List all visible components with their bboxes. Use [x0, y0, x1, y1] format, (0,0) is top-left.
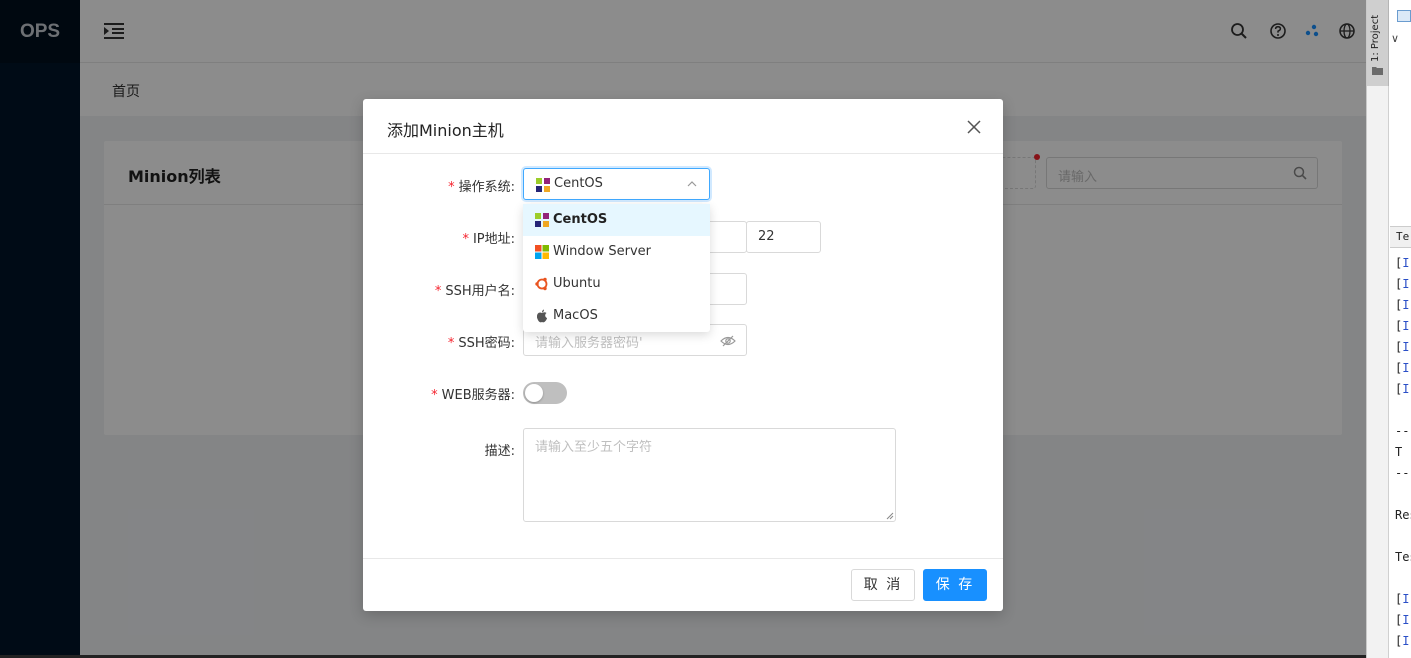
console-line: [I [1395, 592, 1410, 606]
modal-footer: 取 消 保 存 [363, 558, 1003, 611]
os-label: * 操作系统: [448, 180, 515, 195]
console-line: [I [1395, 382, 1410, 396]
console-line: -- [1395, 424, 1410, 438]
switch-knob [525, 384, 543, 402]
window-icon[interactable] [1397, 10, 1411, 22]
ssh-password-label: * SSH密码: [447, 336, 515, 351]
ide-tool-column [1367, 86, 1389, 658]
ssh-user-label: * SSH用户名: [434, 284, 515, 299]
ide-content: ∨ Te [I [I [I [I [I [I [I -- T -- Res Tes [I [I [I [1390, 0, 1411, 658]
ide-panel-header-text: Te [1396, 230, 1410, 243]
os-option-windows[interactable]: Window Server [523, 236, 710, 268]
port-input[interactable]: 22 [746, 221, 821, 253]
modal-title: 添加Minion主机 [387, 121, 504, 140]
os-option-centos[interactable]: CentOS [523, 204, 710, 236]
ide-side-panel: 1: Project ∨ Te [I [I [I [I [I [I [I -- T -- Res T… [1366, 0, 1411, 658]
apple-icon [536, 309, 547, 323]
description-label: 描述: [484, 444, 515, 459]
close-icon[interactable] [965, 118, 983, 136]
centos-icon [536, 178, 550, 192]
web-server-label: * WEB服务器: [431, 388, 515, 403]
ubuntu-icon [535, 277, 548, 291]
os-option-ubuntu[interactable]: Ubuntu [523, 268, 710, 300]
cancel-button[interactable]: 取 消 [851, 569, 915, 601]
console-line: [I [1395, 256, 1410, 270]
folder-icon [1372, 67, 1383, 75]
console-line: [I [1395, 340, 1410, 354]
save-button[interactable]: 保 存 [923, 569, 987, 601]
os-dropdown-menu: CentOS Window Server Ubuntu MacOS [523, 204, 710, 332]
console-line: T [1395, 445, 1403, 459]
console-line: [I [1395, 277, 1410, 291]
option-label: CentOS [553, 212, 608, 227]
ip-label: * IP地址: [462, 232, 515, 247]
centos-icon [535, 213, 549, 227]
console-line: Res [1395, 508, 1411, 522]
console-line: [I [1395, 361, 1410, 375]
console-line: [I [1395, 613, 1410, 627]
port-value: 22 [758, 229, 775, 244]
console-line: [I [1395, 298, 1410, 312]
option-label: MacOS [553, 308, 598, 323]
os-selected-value: CentOS [554, 176, 603, 191]
modal-header: 添加Minion主机 [363, 99, 1003, 154]
description-placeholder: 请输入至少五个字符 [535, 440, 653, 455]
web-server-switch[interactable] [523, 382, 567, 404]
ide-panel-header[interactable]: Te [1390, 226, 1411, 248]
console-line: Tes [1395, 550, 1411, 564]
add-minion-modal: 添加Minion主机 * 操作系统: CentOS * IP地址: 22 * SSH用… [363, 99, 1003, 611]
console-line: [I [1395, 634, 1410, 648]
chevron-down-icon[interactable]: ∨ [1391, 32, 1399, 45]
ssh-password-placeholder: 请输入服务器密码' [535, 336, 643, 351]
project-tool-tab[interactable]: 1: Project [1367, 0, 1389, 86]
eye-invisible-icon[interactable] [720, 334, 736, 348]
os-select[interactable]: CentOS [523, 168, 710, 200]
project-tab-label: 1: Project [1370, 14, 1381, 62]
option-label: Window Server [553, 244, 652, 259]
chevron-up-icon [687, 181, 697, 187]
resize-handle-icon[interactable] [886, 512, 894, 520]
description-textarea[interactable]: 请输入至少五个字符 [523, 428, 896, 522]
console-line: -- [1395, 466, 1410, 480]
windows-icon [535, 245, 549, 259]
os-option-macos[interactable]: MacOS [523, 300, 710, 332]
option-label: Ubuntu [553, 276, 601, 291]
console-line: [I [1395, 319, 1410, 333]
